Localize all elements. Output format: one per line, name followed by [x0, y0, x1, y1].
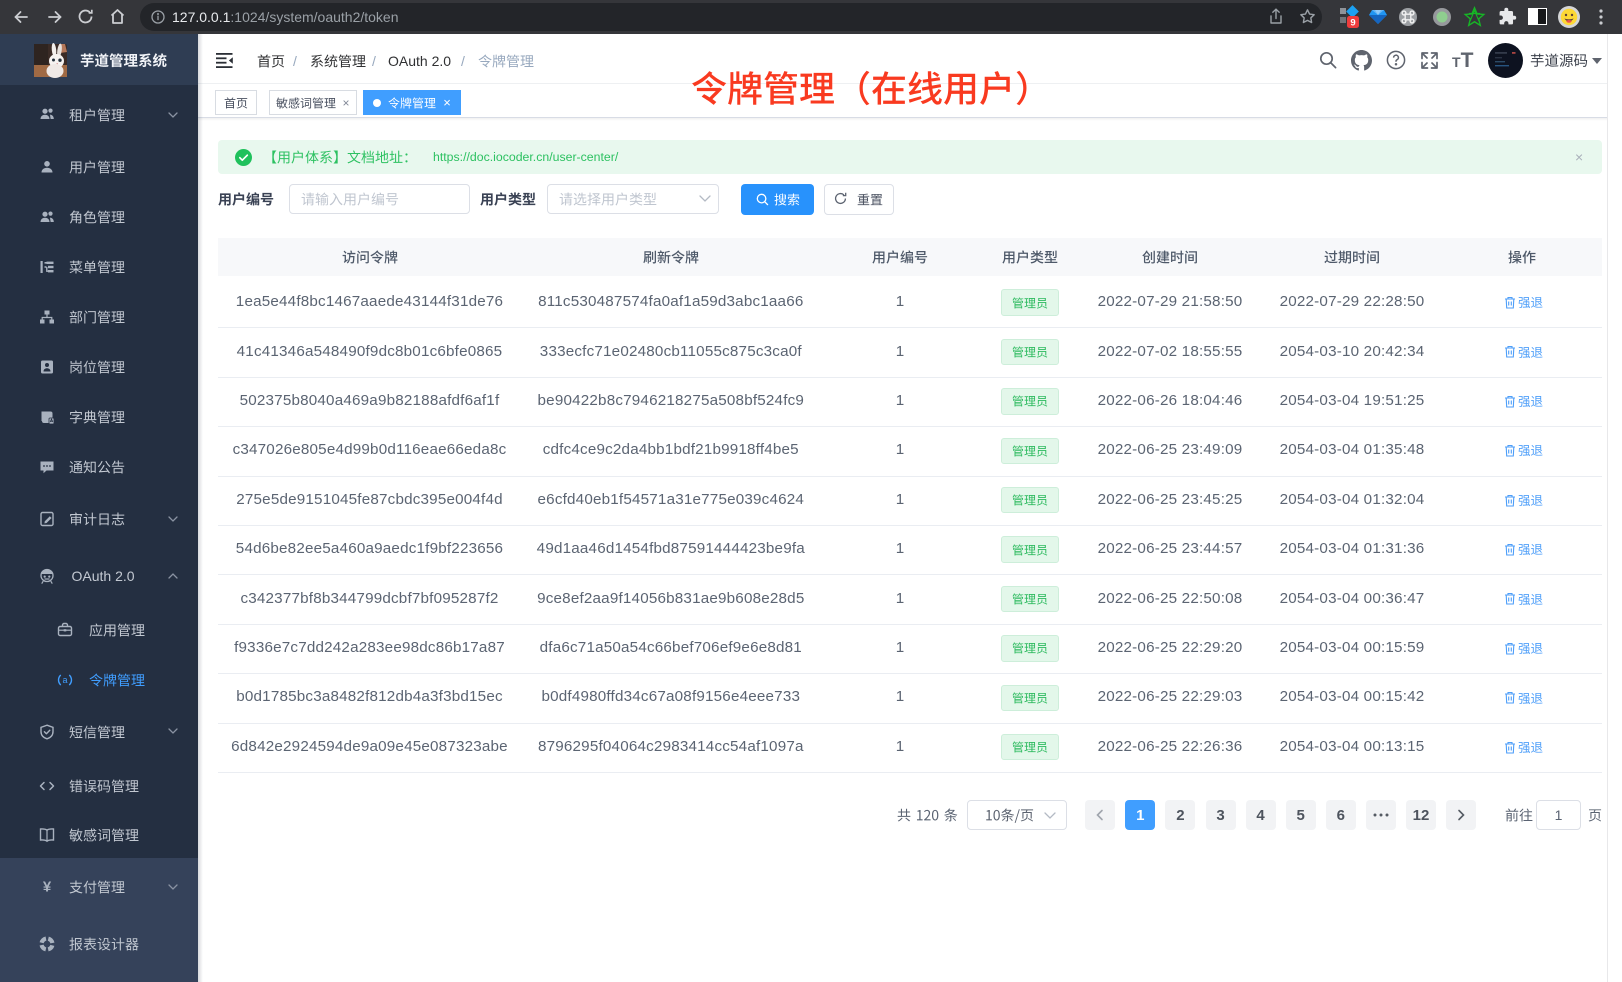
svg-text:a: a: [62, 675, 67, 685]
svg-text:9: 9: [1350, 18, 1355, 29]
svg-text:¥: ¥: [43, 878, 52, 895]
